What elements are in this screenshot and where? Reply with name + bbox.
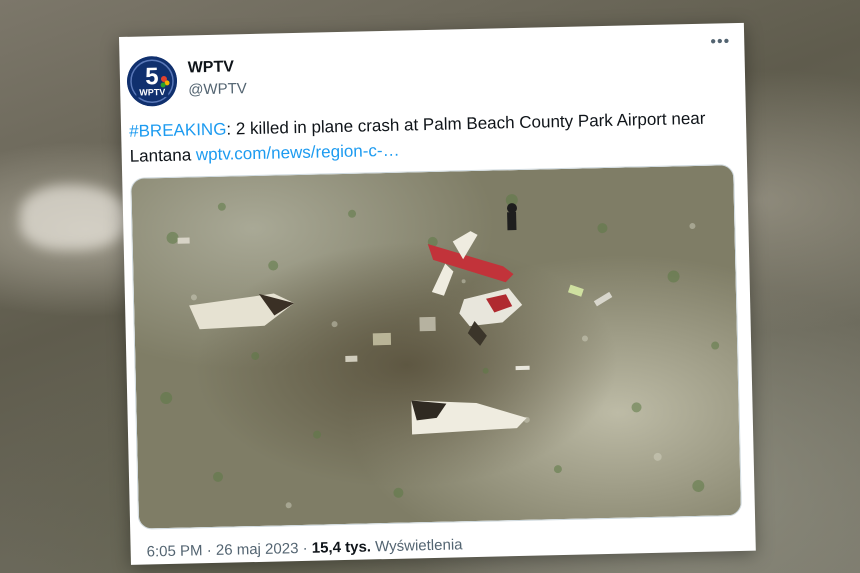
hashtag-link[interactable]: #BREAKING	[129, 120, 227, 141]
meta-separator: ·	[206, 542, 212, 560]
background-blur-shape	[20, 185, 130, 250]
more-options-icon[interactable]: •••	[710, 33, 730, 51]
author-handle[interactable]: @WPTV	[188, 80, 247, 98]
wptv-logo-icon: 5 WPTV	[127, 56, 178, 107]
tweet-meta: 6:05 PM · 26 maj 2023 · 15,4 tys. Wyświe…	[146, 536, 462, 560]
svg-text:WPTV: WPTV	[139, 87, 165, 98]
plane-crash-photo	[131, 165, 742, 529]
author-name[interactable]: WPTV	[188, 58, 235, 77]
tweet-photo[interactable]	[130, 164, 743, 530]
views-label: Wyświetlenia	[374, 536, 463, 556]
tweet-date[interactable]: 26 maj 2023	[216, 540, 299, 559]
tweet-card: 5 WPTV WPTV @WPTV ••• #BREAKING: 2 kille…	[119, 22, 756, 565]
tweet-time[interactable]: 6:05 PM	[146, 542, 202, 560]
article-link[interactable]: wptv.com/news/region-c-…	[196, 141, 400, 165]
tweet-text: #BREAKING: 2 killed in plane crash at Pa…	[129, 105, 730, 169]
views-count: 15,4 tys.	[311, 538, 372, 557]
avatar[interactable]: 5 WPTV	[126, 55, 178, 107]
meta-separator-2: ·	[302, 539, 308, 557]
